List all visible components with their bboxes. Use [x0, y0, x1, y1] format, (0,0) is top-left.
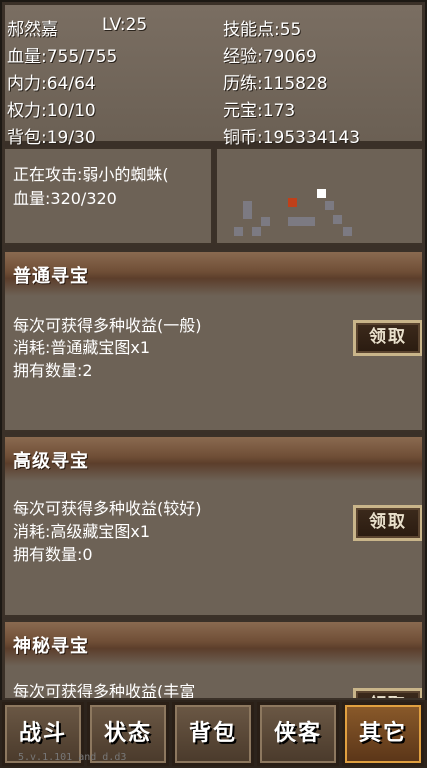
map-tile: [333, 215, 342, 224]
player-level: LV:25: [102, 15, 148, 35]
minimap[interactable]: [215, 147, 424, 245]
stat-exp: 经验:79069: [223, 47, 317, 67]
player-name: 郝然嘉: [7, 20, 58, 40]
combat-target: 正在攻击:弱小的蜘蛛(: [13, 165, 169, 184]
section-desc: 每次可获得多种收益(较好): [13, 499, 202, 518]
enemy-marker: [288, 198, 297, 207]
section-desc: 每次可获得多种收益(一般): [13, 316, 202, 335]
treasure-advanced-section: 高级寻宝 每次可获得多种收益(较好) 消耗:高级藏宝图x1 拥有数量:0 领取: [3, 435, 424, 617]
stat-experience: 历练:115828: [223, 74, 328, 94]
combat-panel: 正在攻击:弱小的蜘蛛( 血量:320/320: [3, 147, 213, 245]
map-tile: [325, 201, 334, 210]
map-tile: [252, 227, 261, 236]
nav-bag[interactable]: 背包: [172, 702, 254, 766]
section-owned: 拥有数量:2: [13, 361, 93, 380]
player-marker: [317, 189, 326, 198]
claim-button[interactable]: 领取: [353, 688, 422, 698]
map-tile: [297, 217, 306, 226]
claim-button[interactable]: 领取: [353, 505, 422, 541]
stat-mp: 内力:64/64: [7, 74, 96, 94]
map-tile: [234, 227, 243, 236]
nav-other[interactable]: 其它: [342, 702, 424, 766]
treasure-normal-section: 普通寻宝 每次可获得多种收益(一般) 消耗:普通藏宝图x1 拥有数量:2 领取: [3, 250, 424, 432]
section-cost: 消耗:高级藏宝图x1: [13, 522, 151, 541]
map-tile: [343, 227, 352, 236]
claim-button[interactable]: 领取: [353, 320, 422, 356]
player-stats-panel: 郝然嘉 LV:25 血量:755/755 内力:64/64 权力:10/10 背…: [3, 3, 424, 148]
map-tile: [243, 210, 252, 219]
enemy-hp: 血量:320/320: [13, 189, 117, 208]
nav-heroes[interactable]: 侠客: [257, 702, 339, 766]
map-tile: [243, 201, 252, 210]
stat-hp: 血量:755/755: [7, 47, 118, 67]
section-cost: 消耗:普通藏宝图x1: [13, 338, 151, 357]
version-label: 5.v.1.101_and_d.d3: [18, 752, 127, 763]
treasure-mystery-section: 神秘寻宝 每次可获得多种收益(丰富 领取: [3, 620, 424, 700]
stat-bag: 背包:19/30: [7, 128, 96, 148]
stat-skill-points: 技能点:55: [223, 20, 302, 40]
section-desc: 每次可获得多种收益(丰富: [13, 682, 196, 700]
stat-copper: 铜币:195334143: [223, 128, 361, 148]
map-tile: [261, 217, 270, 226]
section-title: 高级寻宝: [13, 451, 89, 472]
section-title: 普通寻宝: [13, 266, 89, 287]
section-owned: 拥有数量:0: [13, 545, 93, 564]
map-tile: [288, 217, 297, 226]
stat-power: 权力:10/10: [7, 101, 96, 121]
stat-gold: 元宝:173: [223, 101, 296, 121]
map-tile: [306, 217, 315, 226]
section-title: 神秘寻宝: [13, 636, 89, 657]
